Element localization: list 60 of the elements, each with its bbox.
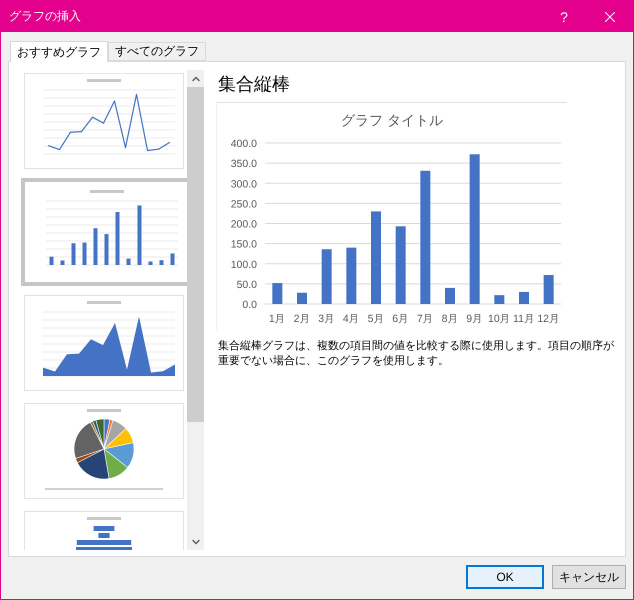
tick-label: 100.0: [230, 258, 257, 271]
category-label: 8月: [442, 313, 458, 325]
category-label: 7月: [416, 313, 434, 325]
bar: [94, 228, 98, 265]
ok-button[interactable]: OK: [466, 565, 544, 589]
chart-thumbnail[interactable]: [21, 178, 187, 286]
scrollbar[interactable]: [187, 70, 204, 550]
tick-label: 200.0: [230, 218, 257, 230]
bar: [104, 234, 108, 265]
bar: [346, 248, 356, 304]
category-label: 4月: [342, 313, 360, 325]
chart-thumbnail[interactable]: [24, 403, 184, 499]
category-label: 12月: [537, 313, 560, 325]
bar: [126, 258, 130, 265]
category-label: 10月: [488, 313, 511, 325]
tick-label: 300.0: [230, 178, 257, 190]
bar: [148, 261, 152, 265]
help-button[interactable]: ?: [541, 1, 587, 32]
bar: [297, 292, 307, 304]
bar: [94, 526, 114, 531]
tick-label: 150.0: [230, 238, 257, 251]
bar: [76, 540, 132, 545]
chart-thumbnail[interactable]: [24, 295, 184, 391]
category-label: 3月: [318, 313, 336, 325]
category-label: 6月: [392, 313, 410, 325]
tab[interactable]: すべてのグラフ: [108, 42, 206, 61]
bar: [50, 256, 54, 265]
bar: [76, 547, 132, 550]
bar: [72, 243, 76, 265]
tick-label: 400.0: [230, 138, 257, 150]
category-label: 9月: [466, 313, 484, 325]
bar: [82, 242, 86, 265]
cancel-button[interactable]: キャンセル: [552, 565, 626, 589]
bar: [138, 205, 142, 265]
tab[interactable]: おすすめグラフ: [10, 41, 108, 62]
chart-description: 集合縦棒グラフは、複数の項目間の値を比較する際に使用します。項目の順序が重要でない場合に、このグラフを使用します。: [218, 339, 615, 369]
chart-thumbnail[interactable]: [24, 73, 184, 169]
bar: [272, 283, 282, 304]
chart-type-heading: 集合縦棒: [218, 73, 291, 96]
category-label: 1月: [268, 313, 286, 325]
tick-label: 0.0: [242, 299, 257, 311]
bar: [60, 260, 64, 265]
bar: [494, 295, 504, 304]
window-title: グラフの挿入: [9, 8, 82, 25]
category-label: 2月: [294, 313, 310, 325]
bar: [519, 292, 529, 304]
bar: [445, 288, 455, 304]
tick-label: 50.0: [236, 278, 257, 291]
tick-label: 350.0: [230, 158, 257, 170]
category-label: 5月: [368, 313, 384, 325]
scroll-thumb[interactable]: [187, 87, 204, 422]
tick-label: 250.0: [230, 198, 257, 210]
bar: [98, 533, 110, 538]
bar: [160, 260, 164, 265]
bar: [170, 253, 174, 265]
chart-title: グラフ タイトル: [341, 112, 443, 128]
bar: [116, 212, 120, 265]
bar: [544, 275, 554, 304]
category-label: 11月: [513, 313, 535, 325]
bar: [322, 249, 332, 304]
